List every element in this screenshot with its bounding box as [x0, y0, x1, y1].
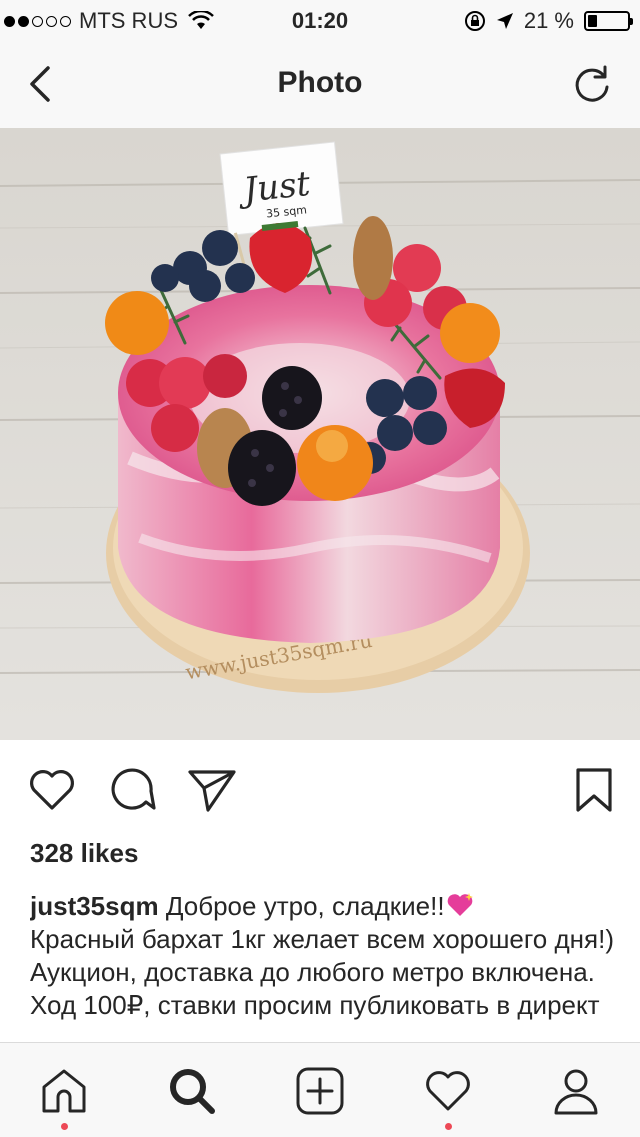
share-send-icon[interactable]: [186, 764, 238, 816]
home-icon[interactable]: [38, 1065, 90, 1117]
battery-percentage: 21 %: [523, 8, 574, 33]
caption-body: Красный бархат 1кг желает всем хорошего …: [30, 924, 614, 1020]
status-bar: MTS RUS 01:20 21 %: [0, 0, 640, 40]
search-icon[interactable]: [166, 1065, 218, 1117]
comment-icon[interactable]: [106, 764, 158, 816]
home-notification-dot: [61, 1123, 68, 1130]
activity-heart-icon[interactable]: [422, 1065, 474, 1117]
status-right: 21 %: [464, 8, 633, 34]
caption-line1: Доброе утро, сладкие!!: [165, 891, 445, 921]
battery-icon: [584, 11, 633, 31]
save-bookmark-icon[interactable]: [568, 764, 620, 816]
post-actions: [0, 740, 640, 840]
likes-count[interactable]: 328 likes: [30, 838, 138, 869]
post-photo[interactable]: www.just35sqm.ru Just 35 sqm: [0, 128, 640, 740]
refresh-icon[interactable]: [570, 62, 614, 106]
like-heart-icon[interactable]: [26, 764, 78, 816]
add-post-icon[interactable]: [294, 1065, 346, 1117]
navigation-bar: Photo: [0, 40, 640, 129]
cake-photo-image: www.just35sqm.ru Just 35 sqm: [0, 128, 640, 740]
rotation-lock-icon: [464, 11, 485, 31]
tab-bar: [0, 1042, 640, 1137]
post-caption: just35sqm Доброе утро, сладкие!! Красный…: [30, 890, 620, 1042]
activity-notification-dot: [445, 1123, 452, 1130]
location-arrow-icon: [496, 13, 513, 29]
page-title: Photo: [277, 66, 363, 99]
caption-username[interactable]: just35sqm: [30, 891, 159, 921]
profile-icon[interactable]: [550, 1065, 602, 1117]
sparkling-heart-icon: [447, 893, 473, 916]
